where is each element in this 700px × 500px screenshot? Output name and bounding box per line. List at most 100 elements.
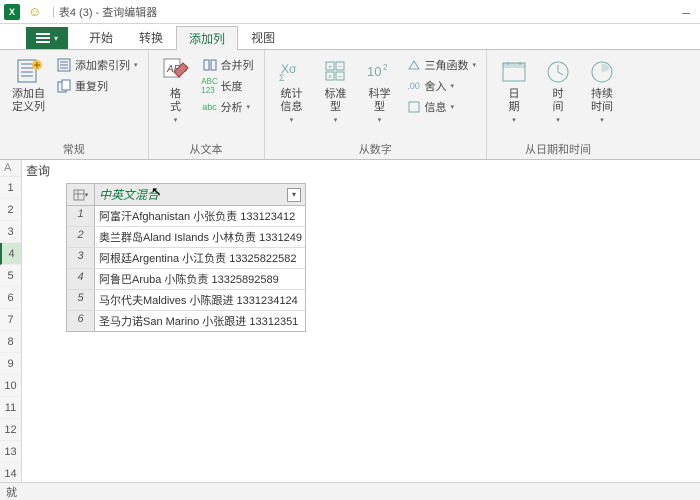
add-index-column-button[interactable]: 添加索引列 ▾ [55,56,140,74]
cell[interactable]: 阿鲁巴Aruba 小陈负责 13325892589 [95,269,305,289]
svg-text:2: 2 [383,63,388,72]
excel-row-header[interactable]: 11 [0,397,21,419]
excel-row-header[interactable]: 2 [0,199,21,221]
length-button[interactable]: ABC123 长度 [201,77,256,95]
excel-row-header[interactable]: 6 [0,287,21,309]
statistics-button[interactable]: XσΣ 统计 信息 ▾ [273,54,311,126]
svg-text:÷: ÷ [338,74,342,81]
cell[interactable]: 阿富汗Afghanistan 小张负责 133123412 [95,206,305,226]
excel-row-gutter: A 1234567891011121314 [0,160,22,482]
group-label-general: 常规 [8,139,140,157]
date-label: 日 期 [509,88,520,114]
cell[interactable]: 圣马力诺San Marino 小张跟进 13312351 [95,311,305,331]
excel-row-header[interactable]: 5 [0,265,21,287]
tab-add-column[interactable]: 添加列 [176,26,238,50]
duplicate-column-label: 重复列 [75,78,108,94]
duplicate-column-button[interactable]: 重复列 [55,77,140,95]
row-header[interactable]: 6 [67,311,95,331]
query-pane-title: 查询 [22,160,700,181]
table-icon [73,189,85,201]
scientific-label: 科学 型 [369,88,391,114]
data-grid[interactable]: ▾ 中英文混合 ↖ ▾ 1阿富汗Afghanistan 小张负责 1331234… [66,183,306,332]
cell[interactable]: 马尔代夫Maldives 小陈跟进 1331234124 [95,290,305,310]
gutter-header: A [0,160,21,177]
excel-row-header[interactable]: 13 [0,441,21,463]
length-icon: ABC123 [203,79,217,93]
round-icon: .00 [407,79,421,93]
column-name: 中英文混合 [99,186,159,203]
group-label-text: 从文本 [157,139,256,157]
date-button[interactable]: 日 期 ▾ [495,54,533,126]
index-icon [57,58,71,72]
cell[interactable]: 阿根廷Argentina 小江负责 13325822582 [95,248,305,268]
duration-icon [587,56,617,86]
table-row[interactable]: 1阿富汗Afghanistan 小张负责 133123412 [67,206,305,227]
time-button[interactable]: 时 间 ▾ [539,54,577,126]
minimize-button[interactable]: – [682,4,690,20]
duplicate-icon [57,79,71,93]
add-index-column-label: 添加索引列 [75,57,130,73]
duration-button[interactable]: 持续 时间 ▾ [583,54,621,126]
scientific-button[interactable]: 102 科学 型 ▾ [361,54,399,126]
analyze-button[interactable]: abc 分析 ▾ [201,98,256,116]
file-tab[interactable] [26,27,68,49]
tab-home[interactable]: 开始 [76,25,126,49]
standard-button[interactable]: +−×÷ 标准 型 ▾ [317,54,355,126]
merge-columns-button[interactable]: 合并列 [201,56,256,74]
tab-transform[interactable]: 转换 [126,25,176,49]
excel-row-header[interactable]: 7 [0,309,21,331]
info-label: 信息 [425,99,447,115]
smile-icon: ☺ [28,4,44,20]
scientific-icon: 102 [365,56,395,86]
ribbon-group-datetime: 日 期 ▾ 时 间 ▾ 持续 时间 ▾ 从日期和时间 [487,50,629,159]
analyze-icon: abc [203,100,217,114]
table-row[interactable]: 2奥兰群岛Aland Islands 小林负责 1331249 [67,227,305,248]
format-button[interactable]: ABC 格 式 ▾ [157,54,195,126]
cell[interactable]: 奥兰群岛Aland Islands 小林负责 1331249 [95,227,305,247]
ribbon: 添加自 定义列 添加索引列 ▾ 重复列 常规 ABC [0,50,700,160]
date-icon [499,56,529,86]
row-header[interactable]: 5 [67,290,95,310]
cursor-icon: ↖ [151,184,162,200]
excel-row-header[interactable]: 9 [0,353,21,375]
table-row[interactable]: 5马尔代夫Maldives 小陈跟进 1331234124 [67,290,305,311]
svg-text:×: × [328,74,332,81]
merge-columns-label: 合并列 [221,57,254,73]
ribbon-group-number: XσΣ 统计 信息 ▾ +−×÷ 标准 型 ▾ 102 科学 型 ▾ 三角函数▾ [265,50,488,159]
qat-separator: | [52,6,55,18]
row-header[interactable]: 2 [67,227,95,247]
file-menu-icon [36,33,50,43]
column-filter-dropdown[interactable]: ▾ [287,188,301,202]
group-label-number: 从数字 [273,139,479,157]
svg-text:+: + [328,64,332,71]
add-custom-column-button[interactable]: 添加自 定义列 [8,54,49,116]
excel-row-header[interactable]: 1 [0,177,21,199]
grid-corner[interactable]: ▾ [67,184,95,205]
row-header[interactable]: 1 [67,206,95,226]
format-dropdown-icon: ▾ [174,116,178,124]
excel-icon: X [4,4,20,20]
table-row[interactable]: 4阿鲁巴Aruba 小陈负责 13325892589 [67,269,305,290]
stat-icon: XσΣ [277,56,307,86]
excel-row-header[interactable]: 8 [0,331,21,353]
tab-view[interactable]: 视图 [238,25,288,49]
time-icon [543,56,573,86]
status-bar: 就 [0,482,700,500]
info-button[interactable]: 信息▾ [405,98,479,116]
excel-row-header[interactable]: 12 [0,419,21,441]
table-row[interactable]: 6圣马力诺San Marino 小张跟进 13312351 [67,311,305,331]
excel-row-header[interactable]: 3 [0,221,21,243]
window-title: 表4 (3) - 查询编辑器 [59,4,157,20]
ribbon-group-general: 添加自 定义列 添加索引列 ▾ 重复列 常规 [0,50,149,159]
column-header[interactable]: 中英文混合 ↖ ▾ [95,184,305,205]
table-row[interactable]: 3阿根廷Argentina 小江负责 13325822582 [67,248,305,269]
custom-column-icon [14,56,44,86]
row-header[interactable]: 4 [67,269,95,289]
excel-row-header[interactable]: 4 [0,243,21,265]
row-header[interactable]: 3 [67,248,95,268]
ribbon-group-text: ABC 格 式 ▾ 合并列 ABC123 长度 abc 分析 ▾ [149,50,265,159]
excel-row-header[interactable]: 10 [0,375,21,397]
round-button[interactable]: .00 舍入▾ [405,77,479,95]
trig-button[interactable]: 三角函数▾ [405,56,479,74]
analyze-label: 分析 [221,99,243,115]
